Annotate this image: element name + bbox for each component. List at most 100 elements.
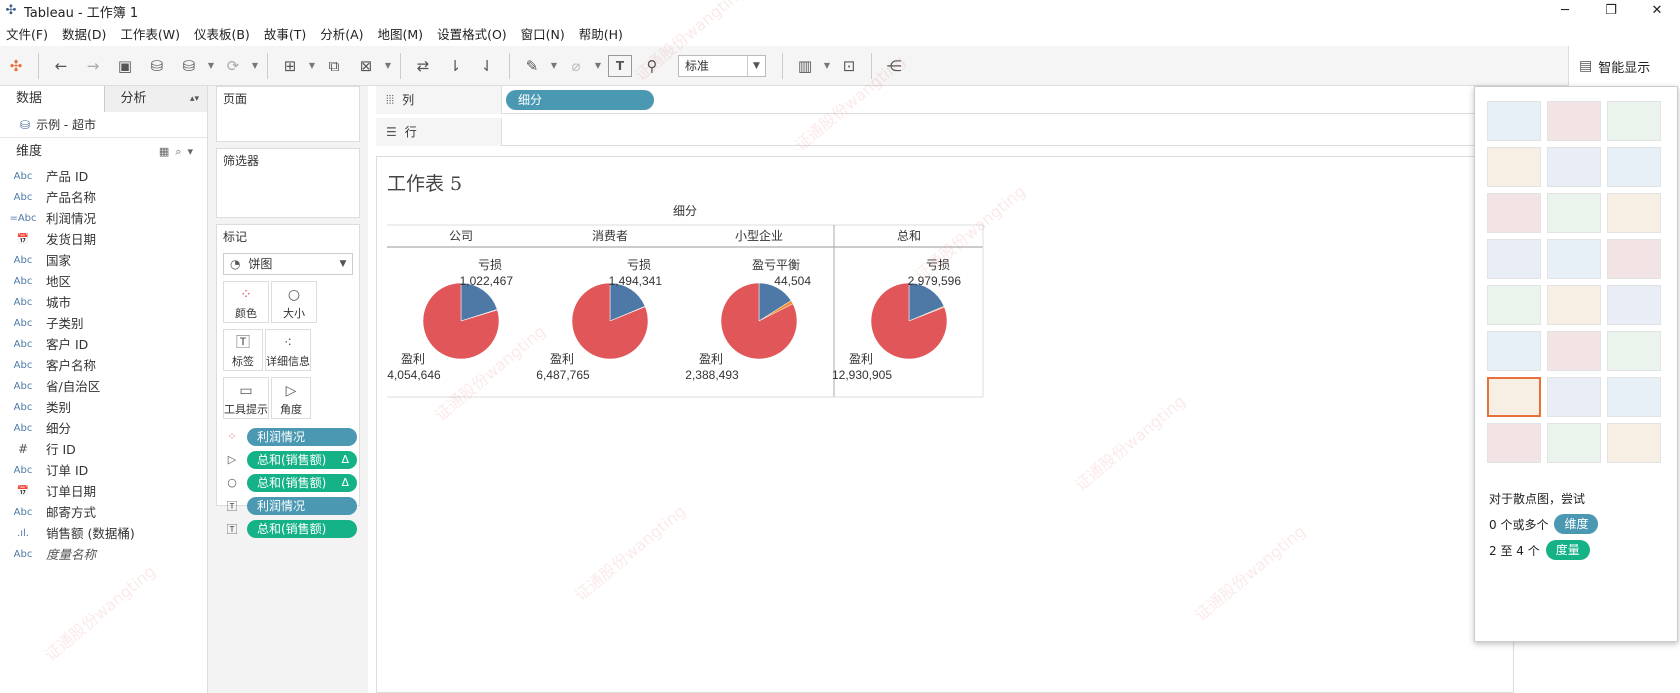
chart-type-thumbnail[interactable] xyxy=(1487,147,1541,187)
chevron-down-icon[interactable]: ▼ xyxy=(822,52,832,80)
mark-pill[interactable]: 总和(销售额) Δ xyxy=(247,450,357,469)
chevron-down-icon[interactable]: ▼ xyxy=(307,52,317,80)
clear-sheet-icon[interactable]: ⊠ xyxy=(351,52,381,80)
menu-analysis[interactable]: 分析(A) xyxy=(320,24,363,43)
pages-card[interactable]: 页面 xyxy=(216,86,360,142)
dimensions-tools[interactable]: ▦⌕▾ xyxy=(159,138,199,166)
sort-descending-icon[interactable]: ⇃ xyxy=(472,52,502,80)
mark-pill-row[interactable]: 🅃 总和(销售额) xyxy=(217,517,359,540)
field-item[interactable]: Abc 客户名称 xyxy=(0,355,207,376)
redo-icon[interactable]: → xyxy=(78,52,108,80)
menu-file[interactable]: 文件(F) xyxy=(6,24,48,43)
field-item[interactable]: 📅 发货日期 xyxy=(0,229,207,250)
chart-type-thumbnail[interactable] xyxy=(1607,423,1661,463)
chart-type-thumbnail[interactable] xyxy=(1607,101,1661,141)
field-item[interactable]: Abc 产品 ID xyxy=(0,166,207,187)
menu-help[interactable]: 帮助(H) xyxy=(579,24,623,43)
columns-shelf[interactable]: ⦙⦙⦙ 列 细分 xyxy=(376,85,1576,114)
field-item[interactable]: Abc 城市 xyxy=(0,292,207,313)
menu-format[interactable]: 设置格式(O) xyxy=(437,24,507,43)
mark-pill[interactable]: 总和(销售额) xyxy=(247,519,357,538)
chart-type-thumbnail[interactable] xyxy=(1547,147,1601,187)
pause-updates-icon[interactable]: ⛁ xyxy=(174,52,204,80)
refresh-icon[interactable]: ⟳ xyxy=(218,52,248,80)
chart-type-thumbnail[interactable] xyxy=(1547,423,1601,463)
field-item[interactable]: Abc 地区 xyxy=(0,271,207,292)
chevron-down-icon[interactable]: ▼ xyxy=(250,52,260,80)
field-item[interactable]: Abc 细分 xyxy=(0,418,207,439)
new-datasource-icon[interactable]: ⛁ xyxy=(142,52,172,80)
smart-show-button[interactable]: ▤ 智能显示 xyxy=(1568,46,1680,86)
field-item[interactable]: Abc 邮寄方式 xyxy=(0,502,207,523)
tooltip-button[interactable]: ▭ 工具提示 xyxy=(223,377,269,419)
chart-type-thumbnail[interactable] xyxy=(1607,331,1661,371)
tableau-start-icon[interactable]: ✣ xyxy=(1,52,31,80)
close-button[interactable]: ✕ xyxy=(1634,0,1680,22)
duplicate-sheet-icon[interactable]: ⧉ xyxy=(319,52,349,80)
rows-shelf[interactable]: ☰ 行 xyxy=(376,117,1576,146)
chart-type-thumbnail[interactable] xyxy=(1607,285,1661,325)
datasource-item[interactable]: ⛁ 示例 - 超市 xyxy=(0,112,207,138)
chart-type-thumbnail[interactable] xyxy=(1547,285,1601,325)
angle-button[interactable]: ▷ 角度 xyxy=(271,377,311,419)
field-item[interactable]: 📅 订单日期 xyxy=(0,481,207,502)
fit-select[interactable]: 标准 ▼ xyxy=(678,54,766,77)
chart-type-thumbnail[interactable] xyxy=(1547,331,1601,371)
mark-pill[interactable]: 总和(销售额) Δ xyxy=(247,473,357,492)
mark-pill-row[interactable]: ⁘ 利润情况 xyxy=(217,425,359,448)
minimize-button[interactable]: ─ xyxy=(1542,0,1588,22)
menu-window[interactable]: 窗口(N) xyxy=(521,24,565,43)
size-button[interactable]: ○ 大小 xyxy=(271,281,317,323)
menu-map[interactable]: 地图(M) xyxy=(378,24,424,43)
swap-rows-columns-icon[interactable]: ⇄ xyxy=(408,52,438,80)
field-item[interactable]: .ıl. 销售额 (数据桶) xyxy=(0,523,207,544)
menu-dashboard[interactable]: 仪表板(B) xyxy=(194,24,250,43)
chevron-down-icon[interactable]: ▼ xyxy=(206,52,216,80)
field-item[interactable]: Abc 国家 xyxy=(0,250,207,271)
field-item[interactable]: Abc 省/自治区 xyxy=(0,376,207,397)
chart-type-thumbnail[interactable] xyxy=(1547,239,1601,279)
undo-icon[interactable]: ← xyxy=(46,52,76,80)
presentation-mode-icon[interactable]: ⊡ xyxy=(834,52,864,80)
mark-pill[interactable]: 利润情况 xyxy=(247,496,357,515)
field-item[interactable]: =Abc 利润情况 xyxy=(0,208,207,229)
chevron-down-icon[interactable]: ▼ xyxy=(549,52,559,80)
chart-type-thumbnail[interactable] xyxy=(1607,239,1661,279)
chevron-down-icon[interactable]: ▼ xyxy=(593,52,603,80)
chart-type-thumbnail[interactable] xyxy=(1487,101,1541,141)
detail-button[interactable]: ⁖ 详细信息 xyxy=(265,329,311,371)
menu-story[interactable]: 故事(T) xyxy=(264,24,306,43)
field-item[interactable]: Abc 类别 xyxy=(0,397,207,418)
maximize-button[interactable]: ❐ xyxy=(1588,0,1634,22)
menu-data[interactable]: 数据(D) xyxy=(62,24,106,43)
tab-data[interactable]: 数据 xyxy=(0,86,104,112)
mark-pill-row[interactable]: ▷ 总和(销售额) Δ xyxy=(217,448,359,471)
filters-card[interactable]: 筛选器 xyxy=(216,148,360,218)
highlight-icon[interactable]: ✎ xyxy=(517,52,547,80)
show-cards-icon[interactable]: ▥ xyxy=(790,52,820,80)
chart-type-thumbnail[interactable] xyxy=(1487,239,1541,279)
chevron-down-icon[interactable]: ▼ xyxy=(383,52,393,80)
chart-type-thumbnail[interactable] xyxy=(1607,193,1661,233)
menu-worksheet[interactable]: 工作表(W) xyxy=(120,24,180,43)
sort-ascending-icon[interactable]: ⇂ xyxy=(440,52,470,80)
group-members-icon[interactable]: ⌀ xyxy=(561,52,591,80)
mark-pill-row[interactable]: 🅃 利润情况 xyxy=(217,494,359,517)
save-icon[interactable]: ▣ xyxy=(110,52,140,80)
chart-type-thumbnail[interactable] xyxy=(1487,331,1541,371)
tab-analysis[interactable]: 分析 ▴▾ xyxy=(103,86,207,112)
chart-type-thumbnail[interactable] xyxy=(1487,193,1541,233)
mark-pill[interactable]: 利润情况 xyxy=(247,427,357,446)
field-item[interactable]: Abc 客户 ID xyxy=(0,334,207,355)
field-item[interactable]: Abc 订单 ID xyxy=(0,460,207,481)
chart-type-thumbnail[interactable] xyxy=(1607,147,1661,187)
color-button[interactable]: ⁘ 颜色 xyxy=(223,281,269,323)
label-button[interactable]: 🅃 标签 xyxy=(223,329,263,371)
field-item[interactable]: Abc 度量名称 xyxy=(0,544,207,565)
mark-type-select[interactable]: ◔ 饼图 ▼ xyxy=(223,253,353,275)
field-item[interactable]: Abc 产品名称 xyxy=(0,187,207,208)
chart-type-thumbnail[interactable] xyxy=(1487,423,1541,463)
chart-type-thumbnail[interactable] xyxy=(1607,377,1661,417)
field-item[interactable]: Abc 子类别 xyxy=(0,313,207,334)
new-worksheet-icon[interactable]: ⊞ xyxy=(275,52,305,80)
